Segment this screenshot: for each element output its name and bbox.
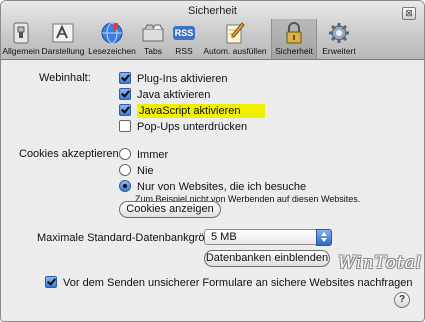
popups-checkbox[interactable]: Pop-Ups unterdrücken <box>119 120 247 133</box>
checkbox-unchecked-icon <box>119 120 131 132</box>
lock-icon <box>282 21 306 45</box>
database-size-label: Maximale Standard-Datenbankgröße: <box>37 232 221 244</box>
checkbox-checked-icon <box>119 104 131 116</box>
chevron-updown-icon <box>316 229 332 246</box>
warn-insecure-forms-checkbox[interactable]: Vor dem Senden unsicherer Formulare an s… <box>45 276 413 289</box>
tab-autofill[interactable]: Autom. ausfüllen <box>199 19 271 59</box>
checkbox-checked-icon <box>119 88 131 100</box>
rss-icon: RSS <box>173 26 195 40</box>
appearance-font-icon <box>51 21 75 45</box>
tab-advanced[interactable]: Erweitert <box>317 19 361 59</box>
tab-security[interactable]: Sicherheit <box>271 19 317 59</box>
cookies-visited-radio[interactable]: Nur von Websites, die ich besuche <box>119 180 306 193</box>
cookies-label: Cookies akzeptieren: <box>19 148 122 160</box>
tab-appearance[interactable]: Darstellung <box>39 19 87 59</box>
plugins-checkbox[interactable]: Plug-Ins aktivieren <box>119 72 228 85</box>
show-cookies-button[interactable]: Cookies anzeigen <box>119 201 221 218</box>
tab-bookmarks[interactable]: Lesezeichen <box>87 19 137 59</box>
webcontent-label: Webinhalt: <box>39 72 91 84</box>
javascript-checkbox[interactable]: JavaScript aktivieren <box>119 104 265 118</box>
database-size-select[interactable]: 5 MB <box>204 229 332 246</box>
wintotal-watermark: WinTotal <box>338 253 423 273</box>
close-button[interactable]: ⊠ <box>402 7 416 20</box>
tab-tabs[interactable]: Tabs <box>137 19 169 59</box>
radio-unselected-icon <box>119 148 131 160</box>
radio-unselected-icon <box>119 164 131 176</box>
show-databases-button[interactable]: Datenbanken einblenden <box>204 250 330 267</box>
cookies-always-radio[interactable]: Immer <box>119 148 168 161</box>
javascript-highlight: JavaScript aktivieren <box>137 104 265 118</box>
gear-icon <box>327 21 351 45</box>
autofill-pencil-icon <box>223 21 247 45</box>
title-bar: Sicherheit ⊠ Allgemein Darstellung Lesez… <box>1 1 424 60</box>
checkbox-checked-icon <box>45 276 57 288</box>
checkbox-checked-icon <box>119 72 131 84</box>
help-button[interactable]: ? <box>394 292 410 308</box>
tab-general[interactable]: Allgemein <box>2 19 40 59</box>
cookies-never-radio[interactable]: Nie <box>119 164 154 177</box>
java-checkbox[interactable]: Java aktivieren <box>119 88 210 101</box>
tab-rss[interactable]: RSS RSS <box>169 19 199 59</box>
radio-selected-icon <box>119 180 131 192</box>
preferences-toolbar: Allgemein Darstellung Lesezeichen Tabs R… <box>2 19 361 59</box>
general-switch-icon <box>9 21 33 45</box>
bookmarks-globe-icon <box>100 21 124 45</box>
preferences-window: Sicherheit ⊠ Allgemein Darstellung Lesez… <box>0 0 425 322</box>
tabs-icon <box>141 21 165 45</box>
window-title: Sicherheit <box>188 5 237 17</box>
